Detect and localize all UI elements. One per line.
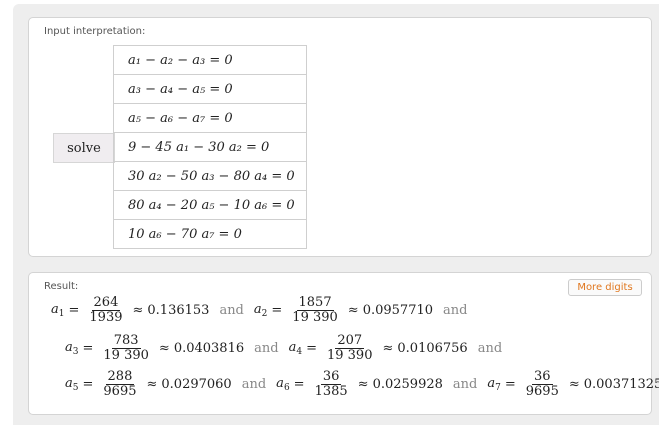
and-connector: and [254,341,279,356]
and-connector: and [241,377,267,392]
fraction: 36 9695 [525,369,559,399]
result-line: a3 = 783 19 390 ≈0.0403816 and a4 = 207 19… [65,333,503,363]
and-connector: and [452,377,478,392]
fraction: 288 9695 [103,369,137,399]
decimal-value: 0.0106756 [397,341,468,356]
fraction: 36 1385 [314,369,348,399]
variable: a2 [253,302,268,319]
and-connector: and [219,303,244,318]
result-line: a5 = 288 9695 ≈0.0297060 and a6 = 36 1385 … [65,370,659,399]
decimal-value: 0.0259928 [372,377,443,392]
equation-row: a₁ − a₂ − a₃ = 0 [114,46,306,75]
input-interpretation-pod: Input interpretation: solve a₁ − a₂ − a₃… [28,17,652,257]
decimal-value: 0.0297060 [161,377,232,392]
equation-row: 30 a₂ − 50 a₃ − 80 a₄ = 0 [114,162,306,191]
equation-table: a₁ − a₂ − a₃ = 0 a₃ − a₄ − a₅ = 0 a₅ − a… [113,45,307,249]
equation-row: a₅ − a₆ − a₇ = 0 [114,104,306,133]
more-digits-button[interactable]: More digits [568,279,642,296]
result-pod: Result: More digits a1 = 264 1939 ≈0.1361… [28,272,659,415]
decimal-value: 0.0403816 [173,341,245,356]
solve-label: solve [53,133,115,163]
variable: a5 [65,376,79,393]
fraction: 207 19 390 [326,333,373,363]
and-connector: and [477,341,503,356]
equation-row: 10 a₆ − 70 a₇ = 0 [128,226,242,242]
equation-row: 9 − 45 a₁ − 30 a₂ = 0 [114,133,306,162]
equation-row: a₃ − a₄ − a₅ = 0 [114,75,306,104]
variable: a3 [65,340,79,357]
decimal-value: 0.0957710 [362,303,434,318]
variable: a4 [288,340,303,357]
variable: a6 [276,376,290,393]
fraction: 264 1939 [89,295,123,325]
fraction: 1857 19 390 [292,295,338,325]
variable: a1 [51,302,65,319]
equation-row: 80 a₄ − 20 a₅ − 10 a₆ = 0 [114,191,306,220]
decimal-value: 0.136153 [147,303,210,318]
decimal-value: 0.00371325 [583,377,659,392]
variable: a7 [487,376,501,393]
fraction: 783 19 390 [103,333,149,363]
pod-title: Input interpretation: [44,26,146,37]
and-connector: and [443,303,468,318]
pod-title: Result: [44,281,79,292]
result-line: a1 = 264 1939 ≈0.136153 and a2 = 1857 19 3… [51,295,468,325]
